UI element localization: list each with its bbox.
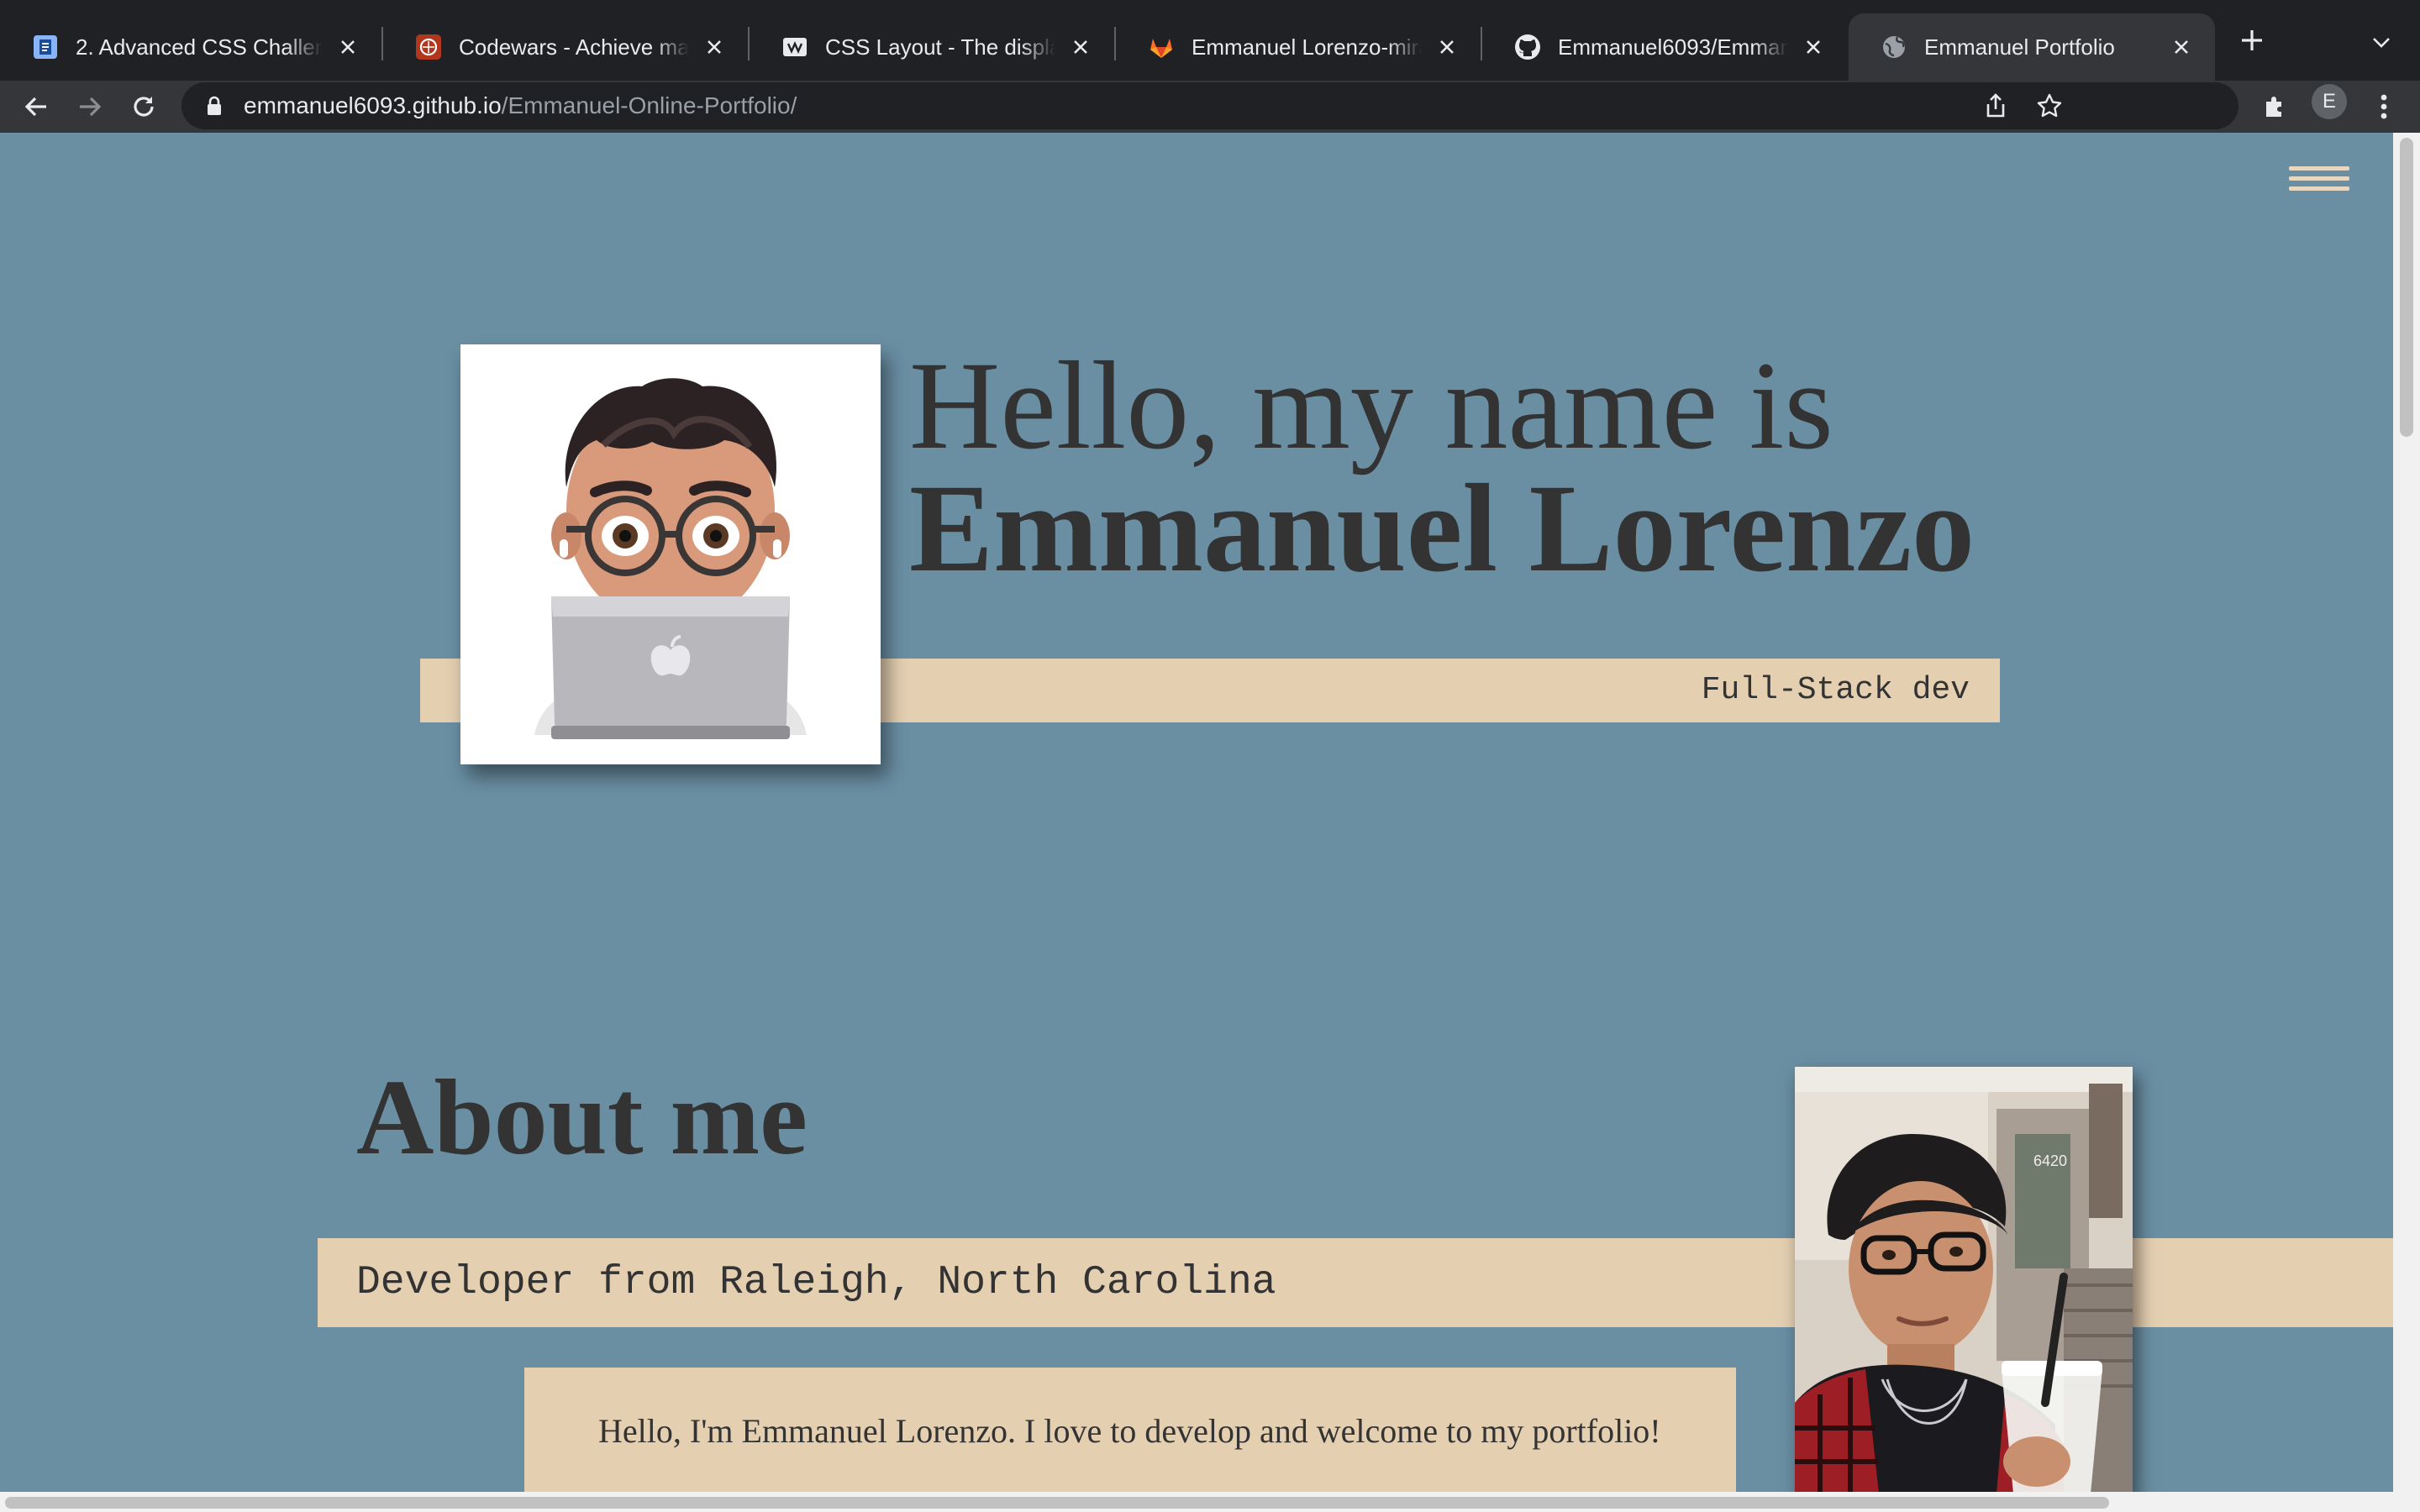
url-path: /Emmanuel-Online-Portfolio/ <box>501 92 797 118</box>
horizontal-scrollbar-thumb[interactable] <box>5 1497 2109 1509</box>
browser-toolbar: emmanuel6093.github.io/Emmanuel-Online-P… <box>0 81 2420 133</box>
menu-button[interactable] <box>2361 84 2407 129</box>
tab-title: Emmanuel Lorenzo-miranda <box>1192 34 1422 60</box>
tab-title: Emmanuel6093/Emmanuel-Online-Portfolio <box>1558 34 1788 60</box>
memoji-avatar-image <box>460 344 881 764</box>
profile-photo: 6420 <box>1795 1067 2133 1494</box>
tab-gitlab[interactable]: Emmanuel Lorenzo-miranda <box>1116 13 1481 81</box>
about-intro-box: Hello, I'm Emmanuel Lorenzo. I love to d… <box>524 1368 1736 1502</box>
tab-css-layout[interactable]: CSS Layout - The display Property <box>750 13 1114 81</box>
address-bar[interactable]: emmanuel6093.github.io/Emmanuel-Online-P… <box>182 82 2238 129</box>
tab-search-button[interactable] <box>2365 25 2398 59</box>
codewars-icon <box>415 34 442 60</box>
arrow-right-icon <box>80 97 102 117</box>
puzzle-icon <box>2266 97 2281 117</box>
tab-title: Emmanuel Portfolio <box>1924 34 2115 60</box>
tab-title: CSS Layout - The display Property <box>825 34 1055 60</box>
about-intro-text: Hello, I'm Emmanuel Lorenzo. I love to d… <box>598 1412 1661 1450</box>
hero-greeting: Hello, my name is <box>909 336 1833 475</box>
lock-icon[interactable] <box>202 93 227 118</box>
url-host: emmanuel6093.github.io <box>244 92 502 118</box>
github-icon <box>1514 34 1541 60</box>
about-location: Developer from Raleigh, North Carolina <box>356 1260 1276 1305</box>
tab-title: Codewars - Achieve mastery <box>459 34 689 60</box>
tab-strip: 2. Advanced CSS Challenges Codewars - Ac… <box>0 0 2420 81</box>
url-text: emmanuel6093.github.io/Emmanuel-Online-P… <box>244 92 797 119</box>
forward-button[interactable] <box>67 84 113 129</box>
close-tab-icon[interactable] <box>1800 34 1827 60</box>
tab-advanced-css[interactable]: 2. Advanced CSS Challenges <box>0 13 381 81</box>
reload-icon <box>134 97 154 117</box>
arrow-left-icon <box>24 97 46 117</box>
close-tab-icon[interactable] <box>2168 34 2195 60</box>
tab-title: 2. Advanced CSS Challenges <box>76 34 323 60</box>
tab-portfolio[interactable]: Emmanuel Portfolio <box>1849 13 2215 81</box>
globe-icon <box>1881 34 1907 60</box>
hero-name: Emmanuel Lorenzo <box>909 459 1975 598</box>
tab-codewars[interactable]: Codewars - Achieve mastery <box>383 13 748 81</box>
chevron-down-icon <box>2373 38 2390 48</box>
doc-icon <box>32 34 59 60</box>
new-tab-button[interactable] <box>2235 24 2269 57</box>
close-tab-icon[interactable] <box>1434 34 1460 60</box>
extensions-button[interactable] <box>2252 84 2297 129</box>
back-button[interactable] <box>13 84 59 129</box>
gitlab-icon <box>1148 34 1175 60</box>
building-number: 6420 <box>2033 1152 2067 1169</box>
bookmark-star-icon[interactable] <box>2035 92 2064 120</box>
profile-avatar[interactable]: E <box>2312 84 2347 119</box>
page-viewport: Full-Stack dev Hello, my name is Emmanue… <box>0 133 2420 1512</box>
horizontal-scrollbar[interactable] <box>0 1492 2420 1512</box>
reload-button[interactable] <box>121 84 166 129</box>
hero-role: Full-Stack dev <box>1701 672 1970 708</box>
w3-icon <box>781 34 808 60</box>
hamburger-menu-icon[interactable] <box>2289 166 2349 195</box>
more-vertical-icon <box>2381 94 2387 119</box>
share-icon[interactable] <box>1981 92 2010 120</box>
close-tab-icon[interactable] <box>701 34 728 60</box>
plus-icon <box>2242 30 2262 50</box>
close-tab-icon[interactable] <box>334 34 361 60</box>
close-tab-icon[interactable] <box>1067 34 1094 60</box>
about-heading: About me <box>356 1058 808 1177</box>
vertical-scrollbar[interactable] <box>2393 133 2420 1494</box>
tab-github[interactable]: Emmanuel6093/Emmanuel-Online-Portfolio <box>1482 13 1847 81</box>
vertical-scrollbar-thumb[interactable] <box>2400 138 2413 437</box>
